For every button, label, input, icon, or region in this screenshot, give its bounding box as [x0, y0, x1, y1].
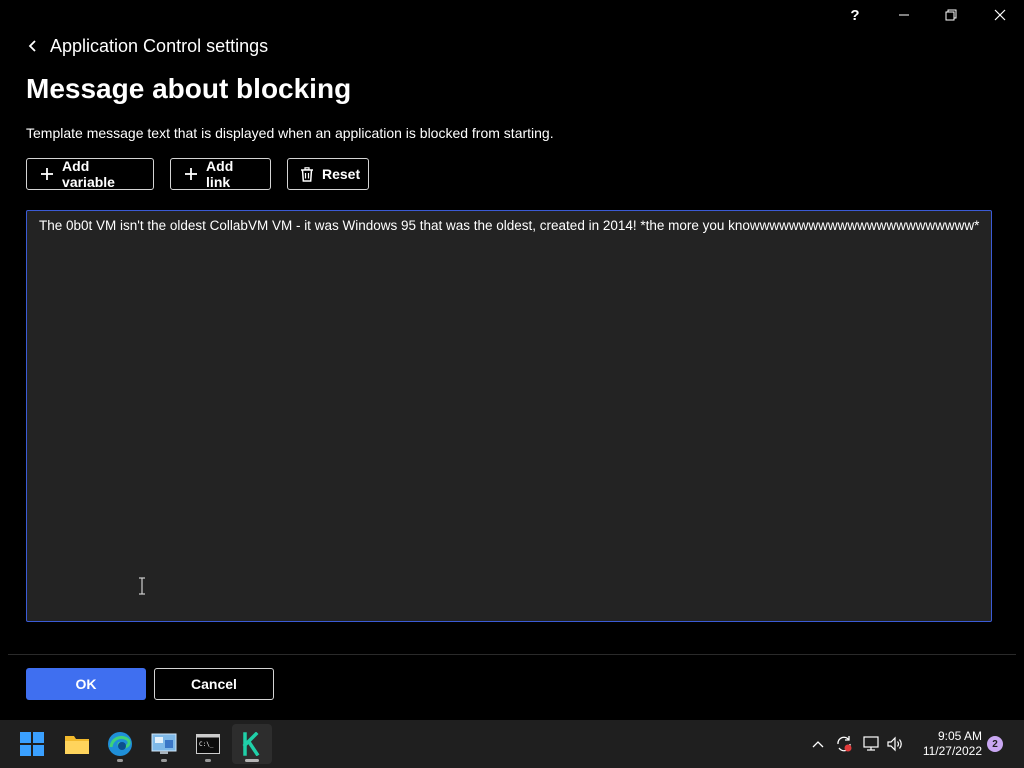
- running-indicator: [205, 759, 211, 762]
- speaker-icon: [887, 736, 902, 752]
- active-indicator: [245, 759, 259, 762]
- chevron-up-icon: [812, 741, 824, 748]
- add-variable-label: Add variable: [62, 158, 115, 190]
- restore-icon: [945, 9, 957, 21]
- page-description: Template message text that is displayed …: [26, 125, 554, 141]
- running-indicator: [161, 759, 167, 762]
- chevron-left-icon[interactable]: [24, 37, 42, 55]
- page-title: Message about blocking: [26, 73, 352, 104]
- breadcrumb-label[interactable]: Application Control settings: [50, 36, 268, 57]
- add-link-label: Add link: [206, 158, 234, 190]
- start-icon: [20, 732, 44, 756]
- terminal-icon: C:\_: [196, 734, 220, 754]
- taskbar: C:\_ 9:05 AM 11/27/2022: [0, 720, 1024, 768]
- kaspersky-button[interactable]: [232, 724, 272, 764]
- start-button[interactable]: [12, 724, 52, 764]
- reset-button[interactable]: Reset: [287, 158, 369, 190]
- restore-button[interactable]: [928, 0, 974, 30]
- file-explorer-button[interactable]: [57, 724, 97, 764]
- add-variable-button[interactable]: Add variable: [26, 158, 154, 190]
- running-indicator: [117, 759, 123, 762]
- sync-tray-button[interactable]: [832, 720, 856, 768]
- edge-button[interactable]: [100, 724, 140, 764]
- add-link-button[interactable]: Add link: [170, 158, 271, 190]
- clock-time: 9:05 AM: [937, 729, 982, 743]
- minimize-icon: [899, 14, 909, 16]
- message-text: The 0b0t VM isn't the oldest CollabVM VM…: [39, 218, 980, 233]
- volume-tray-button[interactable]: [884, 720, 906, 768]
- file-explorer-icon: [65, 736, 89, 754]
- text-cursor-icon: [139, 577, 145, 595]
- close-button[interactable]: [977, 0, 1023, 30]
- show-hidden-icons-button[interactable]: [808, 720, 828, 768]
- control-panel-button[interactable]: [144, 724, 184, 764]
- edge-icon: [108, 732, 132, 756]
- plus-icon: [39, 166, 54, 182]
- sync-icon: [837, 736, 852, 752]
- close-icon: [994, 9, 1006, 21]
- cancel-button[interactable]: Cancel: [154, 668, 274, 700]
- trash-icon: [300, 166, 314, 182]
- kaspersky-icon: [242, 732, 260, 756]
- clock-date: 11/27/2022: [922, 744, 982, 758]
- breadcrumb[interactable]: Application Control settings: [24, 34, 268, 58]
- reset-label: Reset: [322, 166, 361, 182]
- notification-badge[interactable]: 2: [987, 736, 1003, 752]
- control-panel-icon: [151, 733, 177, 754]
- minimize-button[interactable]: [881, 0, 927, 30]
- clock[interactable]: 9:05 AM 11/27/2022: [912, 729, 982, 759]
- settings-window: ? Application Control settings Message a…: [0, 0, 1024, 720]
- svg-text:C:\_: C:\_: [199, 741, 214, 748]
- message-textarea[interactable]: The 0b0t VM isn't the oldest CollabVM VM…: [26, 210, 992, 622]
- plus-icon: [183, 166, 198, 182]
- network-icon: [863, 736, 879, 751]
- terminal-button[interactable]: C:\_: [188, 724, 228, 764]
- divider: [8, 654, 1016, 655]
- network-tray-button[interactable]: [860, 720, 882, 768]
- help-button[interactable]: ?: [832, 0, 878, 30]
- ok-button[interactable]: OK: [26, 668, 146, 700]
